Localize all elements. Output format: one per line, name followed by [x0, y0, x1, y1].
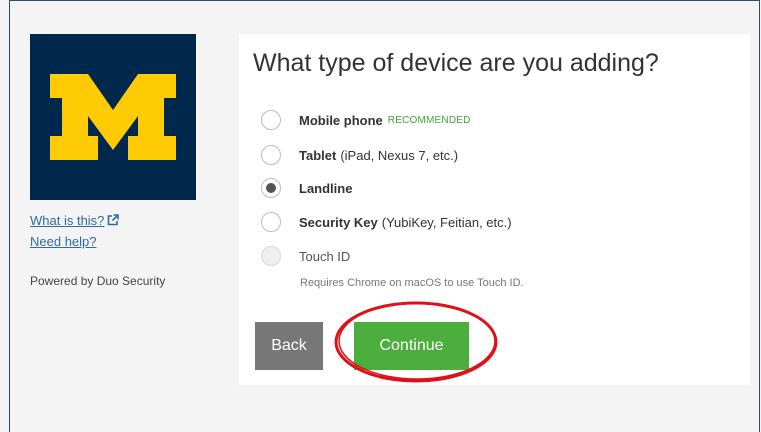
security-key-label: Security Key [299, 214, 378, 230]
sidebar: What is this? Need help? Powered by Duo … [30, 34, 200, 288]
mobile-phone-radio[interactable] [261, 110, 281, 130]
security-key-detail: (YubiKey, Feitian, etc.) [381, 214, 512, 230]
need-help-link[interactable]: Need help? [30, 231, 200, 252]
security-key-radio[interactable] [261, 212, 281, 232]
recommended-badge: RECOMMENDED [387, 114, 471, 126]
touch-id-note: Requires Chrome on macOS to use Touch ID… [300, 277, 524, 289]
powered-by-text: Powered by Duo Security [30, 274, 166, 288]
tablet-label: Tablet [299, 147, 337, 163]
option-touch-id: Touch ID [261, 246, 350, 266]
what-is-this-label: What is this? [30, 213, 105, 228]
continue-button[interactable]: Continue [354, 322, 469, 370]
external-link-icon [108, 214, 120, 226]
what-is-this-link[interactable]: What is this? [30, 210, 200, 231]
option-landline[interactable]: Landline [261, 178, 352, 198]
landline-label: Landline [299, 180, 353, 196]
option-mobile-phone[interactable]: Mobile phone RECOMMENDED [261, 110, 471, 130]
page-title: What type of device are you adding? [253, 49, 659, 77]
block-m-logo-icon [50, 74, 176, 160]
device-type-panel: What type of device are you adding? Mobi… [239, 34, 750, 385]
touch-id-label: Touch ID [299, 248, 351, 264]
option-security-key[interactable]: Security Key (YubiKey, Feitian, etc.) [261, 212, 512, 232]
back-button[interactable]: Back [255, 322, 323, 370]
touch-id-radio [261, 246, 281, 266]
option-tablet[interactable]: Tablet (iPad, Nexus 7, etc.) [261, 145, 458, 165]
university-logo [30, 34, 196, 200]
tablet-detail: (iPad, Nexus 7, etc.) [340, 147, 459, 163]
landline-radio[interactable] [261, 178, 281, 198]
mobile-phone-label: Mobile phone [299, 112, 383, 128]
tablet-radio[interactable] [261, 145, 281, 165]
